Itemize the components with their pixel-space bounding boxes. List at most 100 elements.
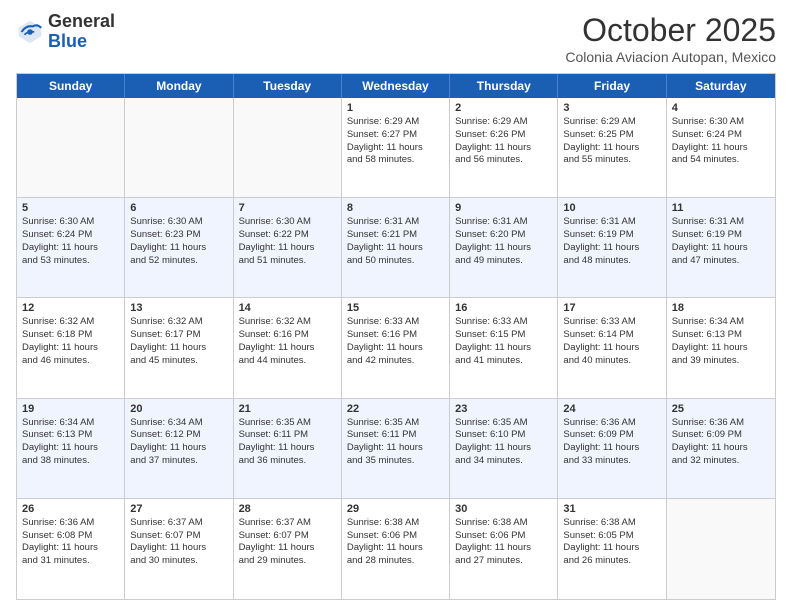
sunrise-text: Sunrise: 6:33 AM [347, 316, 444, 329]
logo-general: General [48, 11, 115, 31]
calendar-cell: 20 Sunrise: 6:34 AM Sunset: 6:12 PM Dayl… [125, 399, 233, 498]
sunrise-text: Sunrise: 6:31 AM [563, 216, 660, 229]
daylight-text-1: Daylight: 11 hours [563, 442, 660, 455]
daylight-text-2: and 45 minutes. [130, 355, 227, 368]
calendar-cell: 29 Sunrise: 6:38 AM Sunset: 6:06 PM Dayl… [342, 499, 450, 599]
calendar-cell: 28 Sunrise: 6:37 AM Sunset: 6:07 PM Dayl… [234, 499, 342, 599]
daylight-text-2: and 29 minutes. [239, 555, 336, 568]
sunset-text: Sunset: 6:06 PM [347, 530, 444, 543]
daylight-text-2: and 34 minutes. [455, 455, 552, 468]
daylight-text-1: Daylight: 11 hours [672, 442, 770, 455]
sunrise-text: Sunrise: 6:31 AM [347, 216, 444, 229]
sunset-text: Sunset: 6:12 PM [130, 429, 227, 442]
day-number: 15 [347, 302, 444, 314]
calendar-cell: 18 Sunrise: 6:34 AM Sunset: 6:13 PM Dayl… [667, 298, 775, 397]
daylight-text-2: and 48 minutes. [563, 255, 660, 268]
sunrise-text: Sunrise: 6:38 AM [563, 517, 660, 530]
logo-text: General Blue [48, 12, 115, 52]
calendar-row-4: 26 Sunrise: 6:36 AM Sunset: 6:08 PM Dayl… [17, 499, 775, 599]
calendar-cell: 9 Sunrise: 6:31 AM Sunset: 6:20 PM Dayli… [450, 198, 558, 297]
header-sunday: Sunday [17, 74, 125, 98]
daylight-text-1: Daylight: 11 hours [563, 542, 660, 555]
sunrise-text: Sunrise: 6:35 AM [455, 417, 552, 430]
month-title: October 2025 [565, 12, 776, 49]
calendar-cell: 31 Sunrise: 6:38 AM Sunset: 6:05 PM Dayl… [558, 499, 666, 599]
logo-blue: Blue [48, 31, 87, 51]
daylight-text-2: and 32 minutes. [672, 455, 770, 468]
daylight-text-2: and 52 minutes. [130, 255, 227, 268]
calendar-cell: 1 Sunrise: 6:29 AM Sunset: 6:27 PM Dayli… [342, 98, 450, 197]
page: General Blue October 2025 Colonia Aviaci… [0, 0, 792, 612]
calendar-cell: 11 Sunrise: 6:31 AM Sunset: 6:19 PM Dayl… [667, 198, 775, 297]
title-block: October 2025 Colonia Aviacion Autopan, M… [565, 12, 776, 65]
sunset-text: Sunset: 6:13 PM [22, 429, 119, 442]
sunrise-text: Sunrise: 6:33 AM [455, 316, 552, 329]
sunrise-text: Sunrise: 6:38 AM [455, 517, 552, 530]
calendar-cell: 2 Sunrise: 6:29 AM Sunset: 6:26 PM Dayli… [450, 98, 558, 197]
day-number: 19 [22, 403, 119, 415]
sunrise-text: Sunrise: 6:38 AM [347, 517, 444, 530]
daylight-text-2: and 51 minutes. [239, 255, 336, 268]
daylight-text-2: and 39 minutes. [672, 355, 770, 368]
calendar-cell: 7 Sunrise: 6:30 AM Sunset: 6:22 PM Dayli… [234, 198, 342, 297]
sunset-text: Sunset: 6:24 PM [672, 129, 770, 142]
day-number: 4 [672, 102, 770, 114]
day-number: 18 [672, 302, 770, 314]
sunrise-text: Sunrise: 6:34 AM [130, 417, 227, 430]
calendar-cell [125, 98, 233, 197]
calendar-cell: 22 Sunrise: 6:35 AM Sunset: 6:11 PM Dayl… [342, 399, 450, 498]
sunrise-text: Sunrise: 6:37 AM [130, 517, 227, 530]
calendar-cell: 24 Sunrise: 6:36 AM Sunset: 6:09 PM Dayl… [558, 399, 666, 498]
daylight-text-2: and 53 minutes. [22, 255, 119, 268]
calendar-cell: 27 Sunrise: 6:37 AM Sunset: 6:07 PM Dayl… [125, 499, 233, 599]
sunset-text: Sunset: 6:09 PM [672, 429, 770, 442]
calendar-cell: 15 Sunrise: 6:33 AM Sunset: 6:16 PM Dayl… [342, 298, 450, 397]
daylight-text-1: Daylight: 11 hours [22, 442, 119, 455]
daylight-text-2: and 33 minutes. [563, 455, 660, 468]
sunset-text: Sunset: 6:22 PM [239, 229, 336, 242]
daylight-text-1: Daylight: 11 hours [347, 242, 444, 255]
daylight-text-1: Daylight: 11 hours [239, 542, 336, 555]
daylight-text-1: Daylight: 11 hours [563, 242, 660, 255]
sunset-text: Sunset: 6:17 PM [130, 329, 227, 342]
day-number: 20 [130, 403, 227, 415]
day-number: 21 [239, 403, 336, 415]
calendar-cell: 23 Sunrise: 6:35 AM Sunset: 6:10 PM Dayl… [450, 399, 558, 498]
sunrise-text: Sunrise: 6:29 AM [563, 116, 660, 129]
daylight-text-2: and 42 minutes. [347, 355, 444, 368]
calendar-cell: 8 Sunrise: 6:31 AM Sunset: 6:21 PM Dayli… [342, 198, 450, 297]
sunrise-text: Sunrise: 6:35 AM [347, 417, 444, 430]
sunset-text: Sunset: 6:05 PM [563, 530, 660, 543]
sunset-text: Sunset: 6:24 PM [22, 229, 119, 242]
calendar-cell: 12 Sunrise: 6:32 AM Sunset: 6:18 PM Dayl… [17, 298, 125, 397]
daylight-text-1: Daylight: 11 hours [130, 542, 227, 555]
day-number: 12 [22, 302, 119, 314]
daylight-text-2: and 55 minutes. [563, 154, 660, 167]
daylight-text-1: Daylight: 11 hours [239, 442, 336, 455]
daylight-text-2: and 40 minutes. [563, 355, 660, 368]
daylight-text-1: Daylight: 11 hours [130, 342, 227, 355]
daylight-text-2: and 36 minutes. [239, 455, 336, 468]
sunset-text: Sunset: 6:21 PM [347, 229, 444, 242]
day-number: 16 [455, 302, 552, 314]
header-thursday: Thursday [450, 74, 558, 98]
sunrise-text: Sunrise: 6:36 AM [563, 417, 660, 430]
sunrise-text: Sunrise: 6:36 AM [672, 417, 770, 430]
daylight-text-1: Daylight: 11 hours [22, 542, 119, 555]
calendar-cell: 3 Sunrise: 6:29 AM Sunset: 6:25 PM Dayli… [558, 98, 666, 197]
calendar-cell [667, 499, 775, 599]
calendar-cell: 19 Sunrise: 6:34 AM Sunset: 6:13 PM Dayl… [17, 399, 125, 498]
daylight-text-1: Daylight: 11 hours [347, 442, 444, 455]
calendar-cell: 5 Sunrise: 6:30 AM Sunset: 6:24 PM Dayli… [17, 198, 125, 297]
calendar-row-0: 1 Sunrise: 6:29 AM Sunset: 6:27 PM Dayli… [17, 98, 775, 198]
day-number: 6 [130, 202, 227, 214]
header-monday: Monday [125, 74, 233, 98]
daylight-text-1: Daylight: 11 hours [455, 242, 552, 255]
calendar-cell [234, 98, 342, 197]
day-number: 31 [563, 503, 660, 515]
calendar-row-3: 19 Sunrise: 6:34 AM Sunset: 6:13 PM Dayl… [17, 399, 775, 499]
day-number: 30 [455, 503, 552, 515]
sunrise-text: Sunrise: 6:32 AM [22, 316, 119, 329]
calendar-cell: 17 Sunrise: 6:33 AM Sunset: 6:14 PM Dayl… [558, 298, 666, 397]
sunrise-text: Sunrise: 6:32 AM [239, 316, 336, 329]
